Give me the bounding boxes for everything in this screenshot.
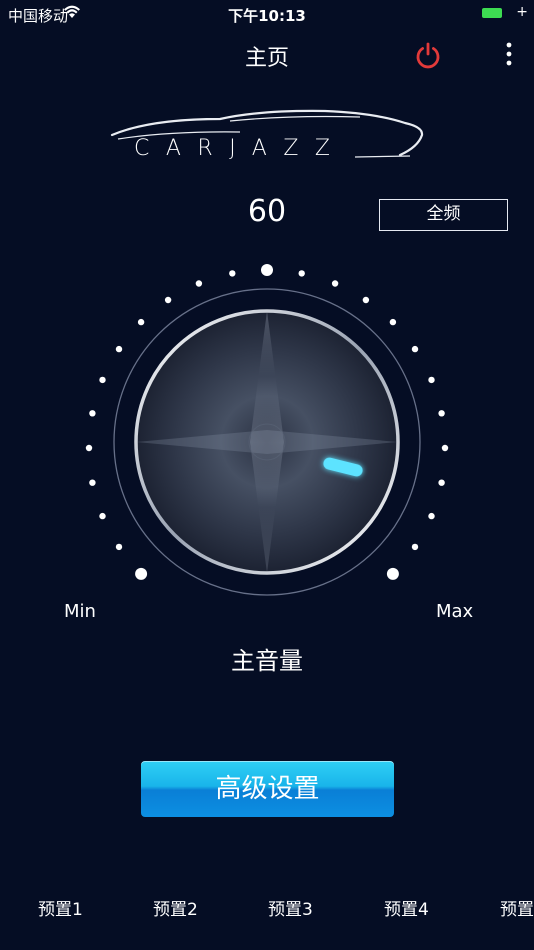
full-band-button[interactable]: 全频 [379, 199, 508, 231]
scale-dot [99, 512, 106, 520]
scale-dot [99, 376, 106, 384]
svg-text:CARJAZZ: CARJAZZ [134, 136, 334, 161]
preset-5[interactable]: 预置5 [500, 895, 534, 920]
more-vertical-icon[interactable] [500, 40, 518, 70]
min-label: Min [64, 601, 96, 622]
power-icon[interactable] [414, 41, 442, 69]
scale-dot [438, 479, 445, 486]
volume-knob[interactable] [110, 285, 424, 599]
scale-dot [438, 410, 445, 417]
max-label: Max [436, 601, 474, 622]
preset-2[interactable]: 预置2 [153, 895, 198, 920]
preset-4[interactable]: 预置4 [384, 895, 429, 920]
scale-dot [229, 270, 236, 277]
scale-dot [89, 479, 96, 486]
scale-dot [298, 270, 305, 277]
battery-icon [482, 8, 502, 18]
scale-dot [428, 376, 435, 384]
scale-dot [85, 444, 93, 452]
preset-1[interactable]: 预置1 [38, 895, 83, 920]
status-time: 下午10:13 [228, 7, 306, 25]
advanced-settings-button[interactable]: 高级设置 [141, 761, 394, 817]
carjazz-logo: CARJAZZ [110, 109, 424, 161]
status-bar: 中国移动 下午10:13 + [0, 0, 534, 28]
master-volume-label: 主音量 [231, 647, 303, 675]
scale-dot [261, 264, 273, 276]
charging-indicator: + [516, 4, 528, 20]
scale-dot [428, 512, 435, 520]
preset-3[interactable]: 预置3 [268, 895, 313, 920]
page-title: 主页 [244, 46, 289, 71]
main-screen: 中国移动 下午10:13 + 主页 CARJAZZ 60 全频 Min Max … [0, 0, 534, 950]
scale-dot [89, 410, 96, 417]
scale-dot [441, 444, 449, 452]
